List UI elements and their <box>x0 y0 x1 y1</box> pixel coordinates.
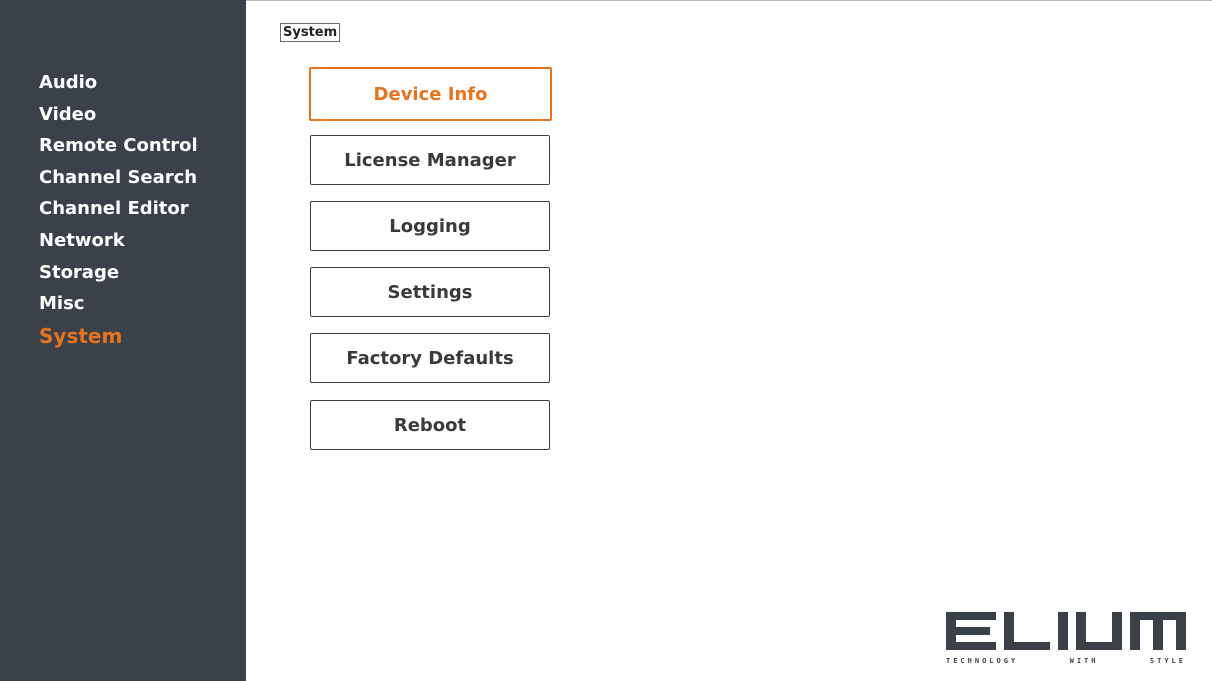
breadcrumb: System <box>280 23 341 42</box>
top-divider <box>246 0 1212 1</box>
logging-button[interactable]: Logging <box>310 201 550 251</box>
sidebar-item-channel-search[interactable]: Channel Search <box>39 166 198 198</box>
sidebar-item-channel-editor[interactable]: Channel Editor <box>39 197 198 229</box>
logo-tagline: TECHNOLOGY WITH STYLE <box>946 657 1186 665</box>
sidebar: Audio Video Remote Control Channel Searc… <box>0 0 246 681</box>
settings-button[interactable]: Settings <box>310 267 550 317</box>
sidebar-item-audio[interactable]: Audio <box>39 71 198 103</box>
sidebar-item-network[interactable]: Network <box>39 229 198 261</box>
reboot-button[interactable]: Reboot <box>310 400 550 450</box>
elium-wordmark-graphic <box>946 612 1186 650</box>
sidebar-item-misc[interactable]: Misc <box>39 292 198 324</box>
sidebar-menu: Audio Video Remote Control Channel Searc… <box>39 71 198 355</box>
license-manager-button[interactable]: License Manager <box>310 135 550 185</box>
sidebar-item-system[interactable]: System <box>39 324 198 356</box>
factory-defaults-button[interactable]: Factory Defaults <box>310 333 550 383</box>
device-info-button[interactable]: Device Info <box>309 67 552 121</box>
sidebar-item-remote-control[interactable]: Remote Control <box>39 134 198 166</box>
sidebar-item-video[interactable]: Video <box>39 103 198 135</box>
sidebar-item-storage[interactable]: Storage <box>39 261 198 293</box>
